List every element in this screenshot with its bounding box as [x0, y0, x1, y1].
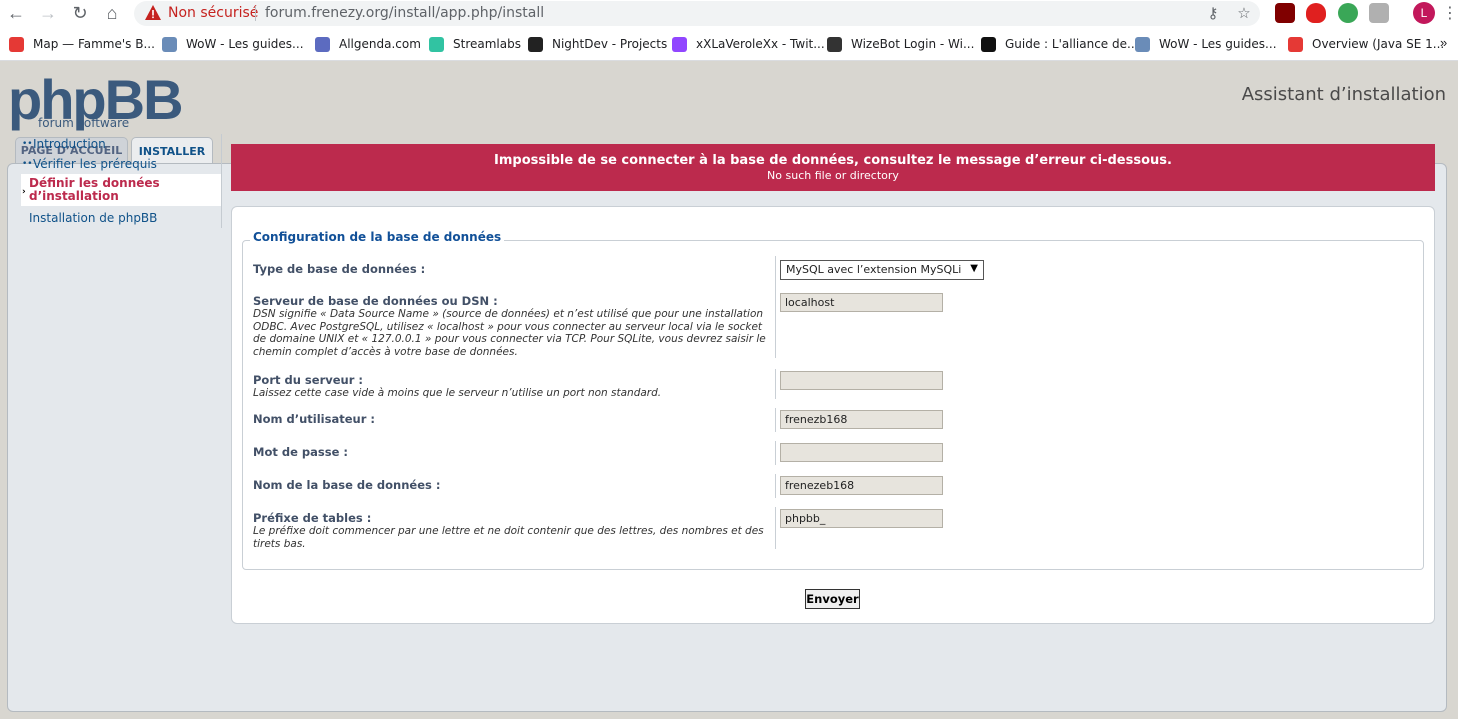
- submit-button[interactable]: Envoyer: [805, 589, 860, 609]
- bullet-icon: ••: [22, 139, 33, 149]
- row-divider: [775, 441, 776, 465]
- bookmark-item[interactable]: WoW - Les guides...: [1135, 35, 1277, 53]
- sidebar-item-label: Vérifier les prérequis: [33, 157, 157, 171]
- phpbb-logo[interactable]: phpBB forum software: [8, 72, 184, 131]
- warning-icon: [145, 5, 161, 20]
- server-explain: DSN signifie « Data Source Name » (sourc…: [253, 308, 766, 358]
- bookmark-label: Allgenda.com: [339, 37, 421, 51]
- sidebar-item-label: Introduction: [33, 137, 106, 151]
- port-input[interactable]: [780, 371, 943, 390]
- db-type-value: MySQL avec l’extension MySQLi: [786, 263, 962, 276]
- ublock-icon[interactable]: [1275, 3, 1295, 23]
- prefix-input[interactable]: phpbb_: [780, 509, 943, 528]
- not-secure-label[interactable]: Non sécurisé: [168, 5, 258, 21]
- db-type-select[interactable]: MySQL avec l’extension MySQLi ▼: [780, 260, 984, 280]
- site-title: Assistant d’installation: [1241, 84, 1446, 105]
- bookmark-item[interactable]: WizeBot Login - Wi...: [827, 35, 974, 53]
- server-input[interactable]: localhost: [780, 293, 943, 312]
- error-message: No such file or directory: [767, 169, 899, 182]
- bookmark-label: NightDev - Projects: [552, 37, 668, 51]
- browser-toolbar: ← → ↻ ⌂ Non sécurisé forum.frenezy.org/i…: [0, 0, 1458, 27]
- fieldset-legend: Configuration de la base de données: [250, 230, 505, 244]
- sidebar-item-prerequisites[interactable]: •• Vérifier les prérequis: [21, 154, 221, 174]
- row-divider: [775, 507, 776, 549]
- bookmark-item[interactable]: WoW - Les guides...: [162, 35, 304, 53]
- row-divider: [775, 474, 776, 498]
- sidebar-item-install-data[interactable]: › Définir les données d’installation: [21, 174, 221, 206]
- dropdown-arrow-icon: ▼: [970, 263, 978, 274]
- row-divider: [775, 290, 776, 358]
- row-divider: [775, 369, 776, 399]
- bookmark-item[interactable]: NightDev - Projects: [528, 35, 667, 53]
- bookmark-label: WizeBot Login - Wi...: [851, 37, 975, 51]
- pdf-extension-icon[interactable]: [1369, 3, 1389, 23]
- bookmark-item[interactable]: xXLaVeroleXx - Twit...: [672, 35, 825, 53]
- sidebar-divider: [221, 134, 222, 228]
- shield-extension-icon[interactable]: [1306, 3, 1326, 23]
- bookmark-favicon-icon: [1135, 36, 1150, 52]
- port-explain: Laissez cette case vide à moins que le s…: [253, 387, 662, 399]
- db-name-input[interactable]: frenezeb168: [780, 476, 943, 495]
- back-icon[interactable]: ←: [4, 2, 28, 24]
- password-input[interactable]: [780, 443, 943, 462]
- bookmark-favicon-icon: [9, 36, 24, 52]
- bookmark-favicon-icon: [981, 36, 996, 52]
- error-title: Impossible de se connecter à la base de …: [494, 153, 1172, 168]
- checkmark-extension-icon[interactable]: [1338, 3, 1358, 23]
- star-icon[interactable]: ☆: [1234, 3, 1254, 23]
- bookmarks-overflow-icon[interactable]: »: [1440, 35, 1447, 50]
- bookmark-label: WoW - Les guides...: [186, 37, 304, 51]
- bookmark-item[interactable]: Guide : L'alliance de...: [981, 35, 1138, 53]
- bookmark-label: xXLaVeroleXx - Twit...: [696, 37, 825, 51]
- bookmark-item[interactable]: Overview (Java SE 1...: [1288, 35, 1444, 53]
- bookmark-favicon-icon: [827, 36, 842, 52]
- home-icon[interactable]: ⌂: [100, 2, 124, 24]
- bookmark-label: WoW - Les guides...: [1159, 37, 1277, 51]
- omnibox-separator: [255, 6, 256, 21]
- bookmark-favicon-icon: [528, 36, 543, 52]
- prefix-explain: Le préfixe doit commencer par une lettre…: [253, 525, 764, 550]
- reload-icon[interactable]: ↻: [68, 2, 92, 24]
- bullet-icon: ••: [22, 159, 33, 169]
- sidebar-item-label: Installation de phpBB: [29, 211, 158, 225]
- arrow-right-icon: ›: [22, 187, 26, 197]
- user-input[interactable]: frenezb168: [780, 410, 943, 429]
- bookmark-favicon-icon: [429, 36, 444, 52]
- bookmark-favicon-icon: [315, 36, 330, 52]
- bookmark-item[interactable]: Allgenda.com: [315, 35, 421, 53]
- logo-sub-text: forum software: [38, 116, 130, 130]
- bookmark-favicon-icon: [1288, 36, 1303, 52]
- forward-icon[interactable]: →: [36, 2, 60, 24]
- bookmark-favicon-icon: [162, 36, 177, 52]
- bookmark-favicon-icon: [672, 36, 687, 52]
- bookmark-label: Overview (Java SE 1...: [1312, 37, 1445, 51]
- sidebar-item-introduction[interactable]: •• Introduction: [21, 134, 221, 154]
- bookmark-item[interactable]: Map — Famme's B...: [9, 35, 155, 53]
- profile-avatar[interactable]: L: [1413, 2, 1435, 24]
- bookmarks-bar: Map — Famme's B... WoW - Les guides... A…: [0, 27, 1458, 61]
- url-text[interactable]: forum.frenezy.org/install/app.php/instal…: [265, 5, 544, 21]
- sidebar: •• Introduction •• Vérifier les prérequis …: [21, 134, 221, 228]
- sidebar-item-install-phpbb[interactable]: Installation de phpBB: [21, 206, 221, 228]
- bookmark-label: Guide : L'alliance de...: [1005, 37, 1139, 51]
- bookmark-label: Map — Famme's B...: [33, 37, 155, 51]
- menu-dots-icon[interactable]: ⋮: [1442, 3, 1458, 23]
- sidebar-item-label: Définir les données d’installation: [29, 176, 160, 203]
- bookmark-label: Streamlabs: [453, 37, 521, 51]
- key-icon[interactable]: ⚷: [1203, 3, 1223, 23]
- error-box: Impossible de se connecter à la base de …: [231, 144, 1435, 191]
- row-divider: [775, 408, 776, 432]
- bookmark-item[interactable]: Streamlabs: [429, 35, 521, 53]
